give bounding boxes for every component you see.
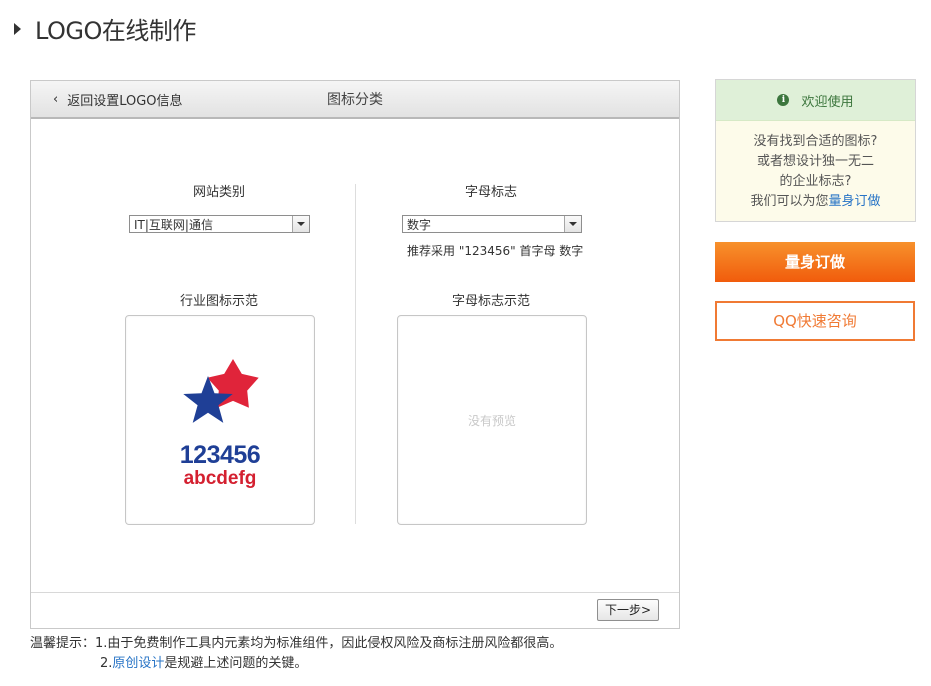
logo-wizard-panel: ‹ 返回设置LOGO信息 图标分类 网站类别 IT|互联网|通信 行业图标示范 … — [30, 80, 680, 629]
qq-consult-button[interactable]: QQ快速咨询 — [715, 301, 915, 341]
info-icon: i — [777, 94, 790, 106]
tips-text-1: 1.由于免费制作工具内元素均为标准组件，因此侵权风险及商标注册风险都很高。 — [95, 636, 563, 651]
next-step-button[interactable]: 下一步> — [596, 599, 659, 621]
panel-toolbar: ‹ 返回设置LOGO信息 图标分类 — [31, 81, 679, 119]
site-category-select-value: IT|互联网|通信 — [134, 218, 213, 232]
letter-mark-select-value: 数字 — [407, 218, 432, 232]
welcome-line-4-prefix: 我们可以为您 — [750, 194, 829, 209]
tips-line-2: 2.原创设计是规避上述问题的关键。 — [30, 654, 562, 674]
dropdown-arrow-icon[interactable] — [292, 216, 309, 232]
tips-num-2: 2. — [100, 656, 113, 671]
custom-design-button[interactable]: 量身订做 — [715, 242, 915, 282]
chevron-left-icon: ‹ — [53, 92, 59, 107]
column-divider — [355, 184, 356, 524]
back-link[interactable]: ‹ 返回设置LOGO信息 — [53, 90, 183, 109]
page-title: LOGO在线制作 — [35, 16, 196, 45]
stars-logo-icon — [183, 359, 259, 423]
page-header: LOGO在线制作 — [14, 12, 196, 45]
welcome-box: i 欢迎使用 没有找到合适的图标? 或者想设计独一无二 的企业标志? 我们可以为… — [715, 79, 916, 222]
industry-icon-sample-label: 行业图标示范 — [179, 294, 258, 309]
industry-icon-preview: 123456 abcdefg — [125, 315, 315, 525]
letter-mark-hint: 推荐采用 "123456" 首字母 数字 — [407, 244, 584, 258]
welcome-body: 没有找到合适的图标? 或者想设计独一无二 的企业标志? 我们可以为您量身订做 — [716, 121, 915, 212]
site-category-select[interactable]: IT|互联网|通信 — [129, 215, 310, 233]
letter-mark-select[interactable]: 数字 — [402, 215, 582, 233]
original-design-link[interactable]: 原创设计 — [112, 656, 164, 671]
letter-mark-sample-label: 字母标志示范 — [451, 294, 530, 309]
welcome-line-2: 或者想设计独一无二 — [756, 154, 874, 169]
tips-text-2: 是规避上述问题的关键。 — [164, 656, 308, 671]
panel-footer: 下一步> — [31, 592, 679, 628]
welcome-header: i 欢迎使用 — [716, 80, 915, 121]
site-category-label: 网站类别 — [192, 185, 245, 200]
letter-mark-label: 字母标志 — [464, 185, 517, 200]
custom-design-link[interactable]: 量身订做 — [829, 194, 881, 209]
tips: 温馨提示：1.由于免费制作工具内元素均为标准组件，因此侵权风险及商标注册风险都很… — [30, 634, 562, 674]
tips-line-1: 温馨提示：1.由于免费制作工具内元素均为标准组件，因此侵权风险及商标注册风险都很… — [30, 634, 562, 654]
dropdown-arrow-icon[interactable] — [564, 216, 581, 232]
welcome-title: 欢迎使用 — [801, 94, 854, 110]
letter-mark-preview: 没有预览 — [397, 315, 587, 525]
welcome-line-3: 的企业标志? — [779, 174, 852, 189]
site-category-column: 网站类别 — [169, 181, 269, 200]
sample-number-text: 123456 — [179, 441, 261, 469]
panel-title: 图标分类 — [327, 92, 383, 108]
sample-letters-text: abcdefg — [183, 468, 257, 489]
letter-mark-column: 字母标志 — [441, 181, 541, 200]
welcome-line-4: 我们可以为您量身订做 — [716, 192, 915, 212]
tips-prefix: 温馨提示： — [30, 636, 96, 651]
welcome-line-1: 没有找到合适的图标? — [753, 134, 878, 149]
no-preview-text: 没有预览 — [467, 414, 516, 428]
back-link-label: 返回设置LOGO信息 — [67, 94, 183, 109]
caret-right-icon — [14, 23, 21, 35]
